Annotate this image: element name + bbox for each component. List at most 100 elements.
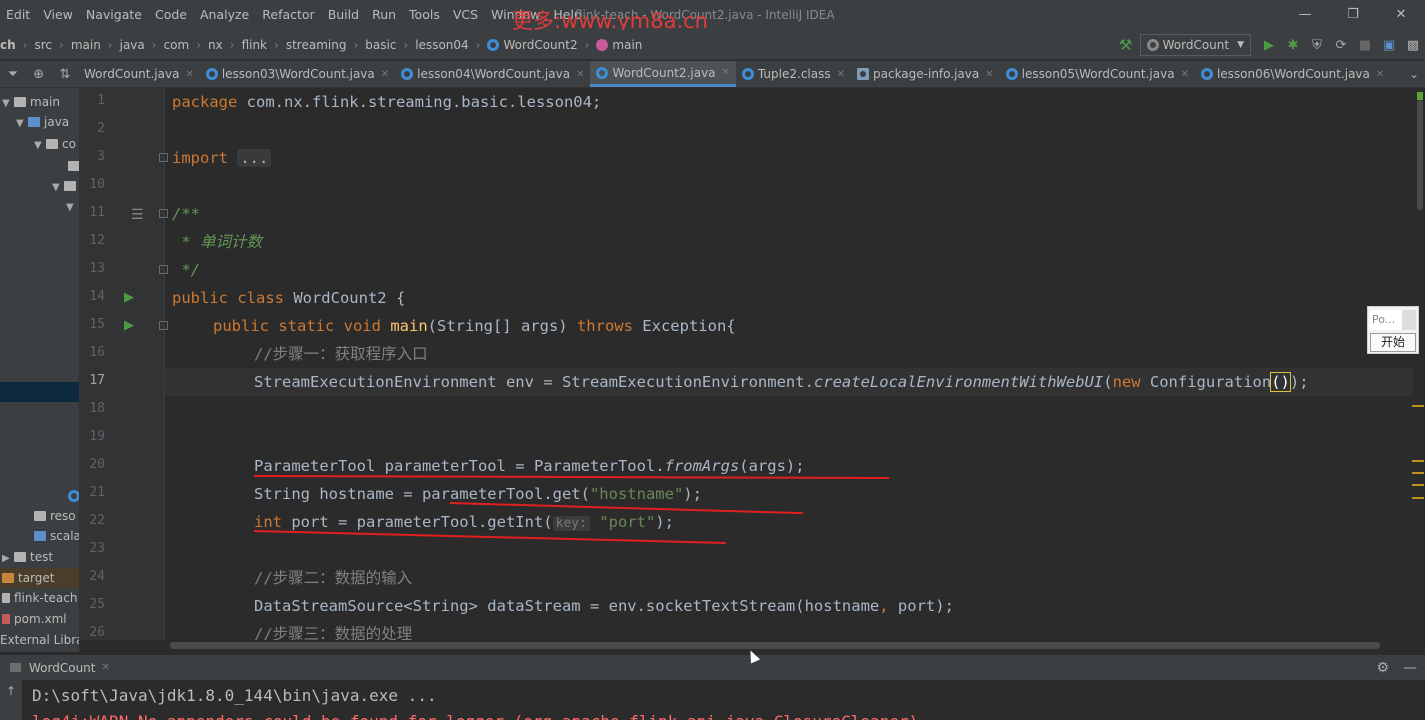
close-icon[interactable]: ✕ (837, 69, 845, 80)
run-gutter-icon[interactable]: ▶ (124, 318, 134, 333)
tab-package-info[interactable]: package-info.java ✕ (851, 61, 1000, 87)
menu-navigate[interactable]: Navigate (80, 0, 149, 30)
breadcrumb-main[interactable]: main (71, 38, 101, 52)
breadcrumb-method[interactable]: main (612, 38, 642, 52)
tree-item-package[interactable] (68, 156, 79, 176)
minimize-icon[interactable]: — (1281, 0, 1329, 30)
expand-arrow-icon[interactable]: ▼ (52, 178, 64, 198)
restore-icon[interactable]: ❐ (1329, 0, 1377, 30)
close-icon[interactable]: ✕ (1376, 69, 1384, 80)
tree-item-external-libraries[interactable]: External Librar (0, 630, 79, 650)
breadcrumb-src[interactable]: src (34, 38, 52, 52)
tree-item-package[interactable]: ▼ (66, 196, 78, 216)
expand-arrow-icon[interactable]: ▼ (2, 94, 14, 114)
breadcrumb-separator: › (196, 37, 202, 52)
profile-icon[interactable]: ⟳ (1329, 38, 1353, 53)
tab-lesson06-wordcount[interactable]: lesson06\WordCount.java ✕ (1195, 61, 1390, 87)
fold-marker-icon[interactable] (159, 209, 168, 218)
menu-run[interactable]: Run (366, 0, 403, 30)
close-icon[interactable]: ✕ (576, 69, 584, 80)
settings-split-icon[interactable]: ⇅ (59, 67, 70, 82)
breadcrumb-com[interactable]: com (164, 38, 190, 52)
menu-view[interactable]: View (37, 0, 80, 30)
menu-build[interactable]: Build (322, 0, 366, 30)
close-icon[interactable]: ✕ (722, 67, 730, 78)
warning-marker[interactable] (1412, 484, 1424, 486)
widget-dropdown[interactable] (1402, 310, 1416, 330)
tree-item-iml[interactable]: flink-teach (2, 588, 77, 608)
breadcrumb-java[interactable]: java (120, 38, 145, 52)
menu-edit[interactable]: Edit (0, 0, 37, 30)
warning-marker[interactable] (1412, 497, 1424, 499)
breadcrumb-basic[interactable]: basic (365, 38, 396, 52)
tab-lesson05-wordcount[interactable]: lesson05\WordCount.java ✕ (1000, 61, 1195, 87)
breadcrumb-project[interactable]: ch (0, 38, 16, 52)
start-button[interactable]: 开始 (1370, 333, 1416, 352)
gear-icon[interactable]: ⚙ (1376, 660, 1389, 676)
search-everywhere-icon[interactable]: ▩ (1401, 38, 1425, 53)
tab-lesson04-wordcount[interactable]: lesson04\WordCount.java ✕ (395, 61, 590, 87)
folded-imports[interactable]: ... (237, 149, 272, 167)
expand-arrow-icon[interactable]: ▼ (16, 114, 28, 134)
warning-marker[interactable] (1412, 472, 1424, 474)
tree-item-main[interactable]: ▼ main (2, 92, 60, 112)
tree-item-com[interactable]: ▼ co (34, 134, 76, 154)
tree-item-target[interactable]: target (2, 568, 55, 588)
run-icon[interactable]: ▶ (1257, 38, 1281, 53)
rerun-up-arrow-icon[interactable]: ↑ (0, 680, 22, 720)
tree-item-package[interactable]: ▼ (52, 176, 79, 198)
scrollbar-thumb[interactable] (1417, 100, 1423, 210)
tree-item-class[interactable] (68, 488, 79, 508)
fold-marker-icon[interactable] (159, 153, 168, 162)
run-gutter-icon[interactable]: ▶ (124, 290, 134, 305)
tab-wordcount[interactable]: WordCount.java ✕ (78, 61, 200, 87)
hide-panel-icon[interactable]: — (1403, 660, 1417, 676)
expand-arrow-icon[interactable]: ▼ (34, 136, 46, 156)
tabs-overflow-chevron-icon[interactable]: ⌄ (1403, 61, 1425, 87)
doc-comment-toggle-icon[interactable]: ☰ (131, 207, 144, 223)
menu-code[interactable]: Code (149, 0, 194, 30)
breadcrumb-lesson04[interactable]: lesson04 (415, 38, 468, 52)
warning-marker[interactable] (1412, 460, 1424, 462)
breadcrumb-class[interactable]: WordCount2 (503, 38, 577, 52)
close-window-icon[interactable]: ✕ (1377, 0, 1425, 30)
tree-collapse-icon[interactable]: ⏷ (8, 67, 18, 82)
warning-marker[interactable] (1412, 405, 1424, 407)
run-tab-wordcount[interactable]: WordCount ✕ (0, 655, 110, 681)
build-hammer-icon[interactable]: ⚒ (1112, 36, 1140, 54)
fold-marker-icon[interactable] (159, 321, 168, 330)
close-icon[interactable]: ✕ (185, 69, 193, 80)
editor-horizontal-scrollbar[interactable] (170, 642, 1380, 649)
breadcrumb-nx[interactable]: nx (208, 38, 223, 52)
close-icon[interactable]: ✕ (1181, 69, 1189, 80)
tree-item-scala[interactable]: scala (34, 526, 79, 546)
tab-wordcount2[interactable]: WordCount2.java ✕ (590, 61, 736, 87)
breadcrumb-flink[interactable]: flink (242, 38, 267, 52)
tree-item-resources[interactable]: reso (34, 506, 76, 526)
menu-analyze[interactable]: Analyze (194, 0, 256, 30)
tree-item-java[interactable]: ▼ java (16, 112, 69, 132)
close-icon[interactable]: ✕ (381, 69, 389, 80)
tab-tuple2[interactable]: Tuple2.class ✕ (736, 61, 851, 87)
debug-bug-icon[interactable]: ✱ (1281, 38, 1305, 53)
run-configuration-dropdown[interactable]: WordCount ▼ (1139, 34, 1251, 56)
breadcrumb-streaming[interactable]: streaming (286, 38, 347, 52)
menu-tools[interactable]: Tools (403, 0, 447, 30)
project-structure-icon[interactable]: ▣ (1377, 38, 1401, 53)
run-console[interactable]: D:\soft\Java\jdk1.8.0_144\bin\java.exe .… (0, 680, 1425, 720)
menu-refactor[interactable]: Refactor (256, 0, 321, 30)
close-icon[interactable]: ✕ (985, 69, 993, 80)
widget-input[interactable]: Po... (1370, 310, 1402, 330)
target-icon[interactable]: ⊕ (33, 67, 44, 82)
tab-lesson03-wordcount[interactable]: lesson03\WordCount.java ✕ (200, 61, 395, 87)
menu-vcs[interactable]: VCS (447, 0, 485, 30)
close-icon[interactable]: ✕ (101, 662, 109, 673)
code-line-16: //步骤一：获取程序入口 (254, 345, 428, 363)
tree-item-test[interactable]: ▶ test (2, 547, 53, 567)
fold-marker-icon[interactable] (159, 265, 168, 274)
stop-icon[interactable]: ■ (1353, 38, 1377, 53)
expand-arrow-icon[interactable]: ▼ (66, 198, 78, 218)
collapse-arrow-icon[interactable]: ▶ (2, 549, 14, 569)
tree-item-pom[interactable]: pom.xml (2, 609, 67, 629)
coverage-icon[interactable]: ⛨ (1305, 38, 1329, 53)
